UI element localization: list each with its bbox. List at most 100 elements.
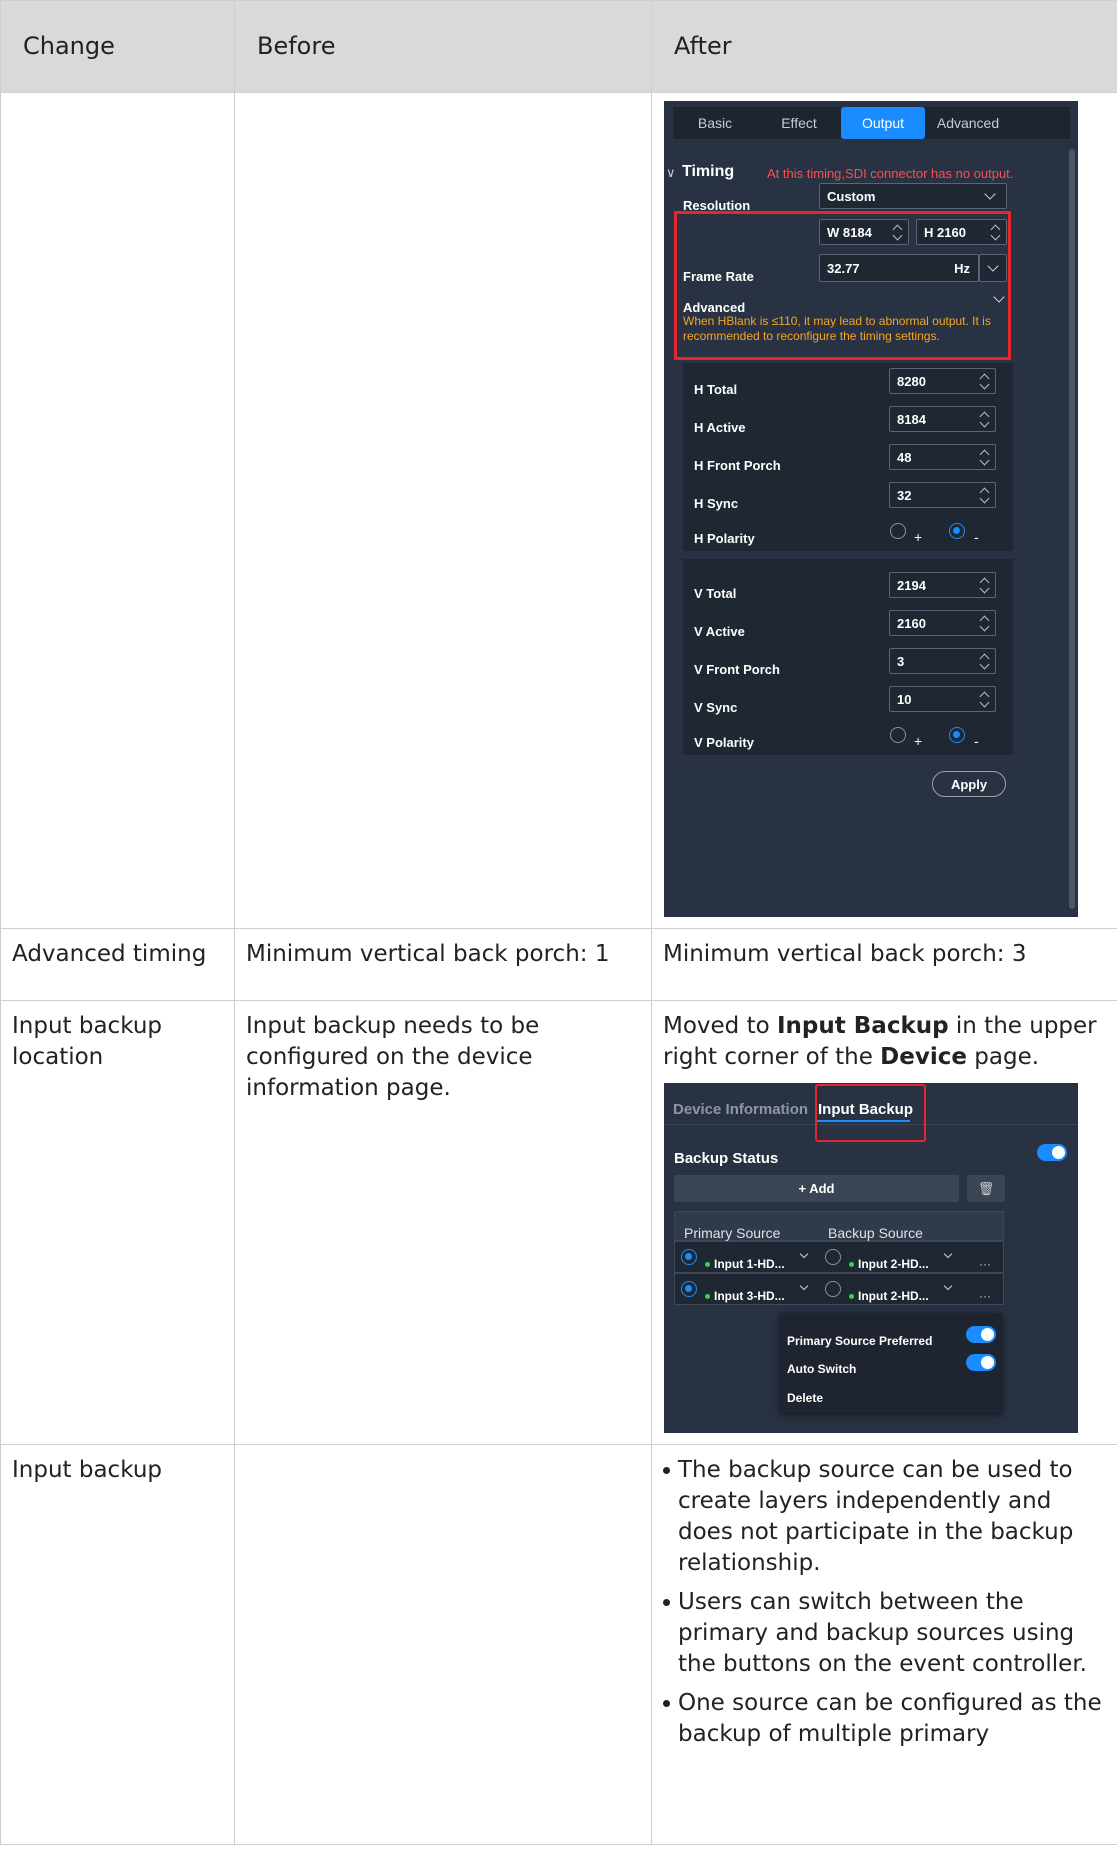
stepper-icon[interactable] (980, 614, 990, 632)
tab-basic[interactable]: Basic (673, 107, 757, 139)
stepper-icon[interactable] (980, 652, 990, 670)
v-front-porch-value: 3 (897, 653, 905, 669)
cell-after: Basic Effect Output Advanced ∨ Timing At… (651, 92, 1117, 929)
primary-radio[interactable] (681, 1249, 697, 1265)
stepper-icon[interactable] (980, 486, 990, 504)
cell-before: Minimum vertical back porch: 1 (234, 928, 652, 1001)
backup-status-toggle[interactable] (1037, 1144, 1067, 1161)
resolution-select[interactable]: Custom (819, 183, 1007, 209)
h-total-input[interactable]: 8280 (889, 368, 996, 394)
highlight-box (815, 1084, 926, 1142)
h-active-input[interactable]: 8184 (889, 406, 996, 432)
cell-before (234, 92, 652, 929)
apply-button[interactable]: Apply (932, 771, 1006, 797)
v-polarity-minus-radio[interactable] (949, 727, 965, 743)
h-polarity-minus-radio[interactable] (949, 523, 965, 539)
stepper-icon[interactable] (980, 372, 990, 390)
cell-before: Input backup needs to be configured on t… (234, 1000, 652, 1445)
more-icon[interactable]: ··· (979, 1281, 991, 1312)
table-row: Basic Effect Output Advanced ∨ Timing At… (0, 92, 1117, 929)
stepper-icon[interactable] (980, 448, 990, 466)
list-item: The backup source can be used to create … (663, 1455, 1106, 1579)
status-dot-icon (705, 1262, 710, 1268)
header-before: Before (234, 0, 652, 93)
backup-status-label: Backup Status (674, 1150, 779, 1167)
h-front-porch-value: 48 (897, 449, 912, 465)
table-row: Advanced timing Minimum vertical back po… (0, 928, 1117, 1001)
cell-after: Moved to Input Backup in the upper right… (651, 1000, 1117, 1445)
h-polarity-minus-label: - (974, 529, 979, 545)
bold-term-device: Device (880, 1044, 967, 1070)
h-front-porch-input[interactable]: 48 (889, 444, 996, 470)
chevron-down-icon (984, 188, 996, 200)
tab-effect[interactable]: Effect (757, 107, 841, 139)
menu-item-delete[interactable]: Delete (787, 1383, 823, 1414)
v-active-label: V Active (694, 624, 745, 639)
backup-source-select[interactable]: Input 2-HD... (849, 1281, 929, 1312)
table-row: Input backup The backup source can be us… (0, 1444, 1117, 1845)
cell-change: Advanced timing (0, 928, 235, 1001)
h-polarity-plus-radio[interactable] (890, 523, 906, 539)
row-context-menu: Primary Source Preferred Auto Switch Del… (780, 1313, 1002, 1413)
bold-term-input-backup: Input Backup (777, 1013, 949, 1039)
stepper-icon[interactable] (980, 690, 990, 708)
v-front-porch-label: V Front Porch (694, 662, 780, 677)
h-polarity-label: H Polarity (694, 531, 755, 546)
v-sync-value: 10 (897, 691, 912, 707)
bullet-list: The backup source can be used to create … (663, 1455, 1106, 1750)
h-active-label: H Active (694, 420, 746, 435)
primary-source-value: Input 3-HD... (714, 1289, 785, 1303)
trash-icon[interactable]: 🗑 (967, 1175, 1005, 1202)
primary-source-select[interactable]: Input 3-HD... (705, 1281, 785, 1312)
v-active-input[interactable]: 2160 (889, 610, 996, 636)
backup-radio[interactable] (825, 1281, 841, 1297)
menu-item-auto-switch[interactable]: Auto Switch (787, 1354, 856, 1385)
status-dot-icon (849, 1294, 854, 1300)
primary-source-value: Input 1-HD... (714, 1257, 785, 1271)
status-dot-icon (705, 1294, 710, 1300)
v-polarity-plus-radio[interactable] (890, 727, 906, 743)
text-run: page. (966, 1044, 1040, 1070)
tab-advanced[interactable]: Advanced (925, 107, 1011, 139)
scrollbar[interactable] (1069, 149, 1075, 909)
resolution-value: Custom (827, 188, 876, 204)
menu-item-primary-preferred[interactable]: Primary Source Preferred (787, 1326, 932, 1357)
v-polarity-label: V Polarity (694, 735, 754, 750)
backup-source-value: Input 2-HD... (858, 1257, 929, 1271)
v-total-input[interactable]: 2194 (889, 572, 996, 598)
v-front-porch-input[interactable]: 3 (889, 648, 996, 674)
v-sync-input[interactable]: 10 (889, 686, 996, 712)
backup-radio[interactable] (825, 1249, 841, 1265)
h-total-label: H Total (694, 382, 738, 397)
timing-section-title: Timing (682, 163, 735, 180)
stepper-icon[interactable] (980, 576, 990, 594)
backup-source-value: Input 2-HD... (858, 1289, 929, 1303)
h-total-value: 8280 (897, 373, 926, 389)
status-dot-icon (849, 1262, 854, 1268)
cell-change (0, 92, 235, 929)
input-backup-screenshot: Device Information Input Backup Backup S… (664, 1083, 1078, 1433)
v-active-value: 2160 (897, 615, 926, 631)
tab-device-information[interactable]: Device Information (673, 1094, 808, 1125)
list-item: One source can be configured as the back… (663, 1688, 1106, 1750)
cell-after: The backup source can be used to create … (651, 1444, 1117, 1845)
h-polarity-plus-label: + (914, 529, 923, 545)
text-run: Moved to (663, 1013, 777, 1039)
h-sync-input[interactable]: 32 (889, 482, 996, 508)
v-total-value: 2194 (897, 577, 926, 593)
header-after: After (651, 0, 1117, 93)
collapse-chevron-icon[interactable]: ∨ (666, 157, 676, 188)
cell-after: Minimum vertical back porch: 3 (651, 928, 1117, 1001)
add-button[interactable]: + Add (674, 1175, 959, 1202)
after-text: Moved to Input Backup in the upper right… (663, 1011, 1106, 1073)
primary-radio[interactable] (681, 1281, 697, 1297)
cell-change: Input backup (0, 1444, 235, 1845)
v-polarity-plus-label: + (914, 733, 923, 749)
primary-preferred-toggle[interactable] (966, 1326, 996, 1343)
changes-table: Change Before After Basic Effect Output … (0, 0, 1117, 1845)
v-sync-label: V Sync (694, 700, 738, 715)
auto-switch-toggle[interactable] (966, 1354, 996, 1371)
tab-output[interactable]: Output (841, 107, 925, 139)
stepper-icon[interactable] (980, 410, 990, 428)
v-polarity-minus-label: - (974, 733, 979, 749)
